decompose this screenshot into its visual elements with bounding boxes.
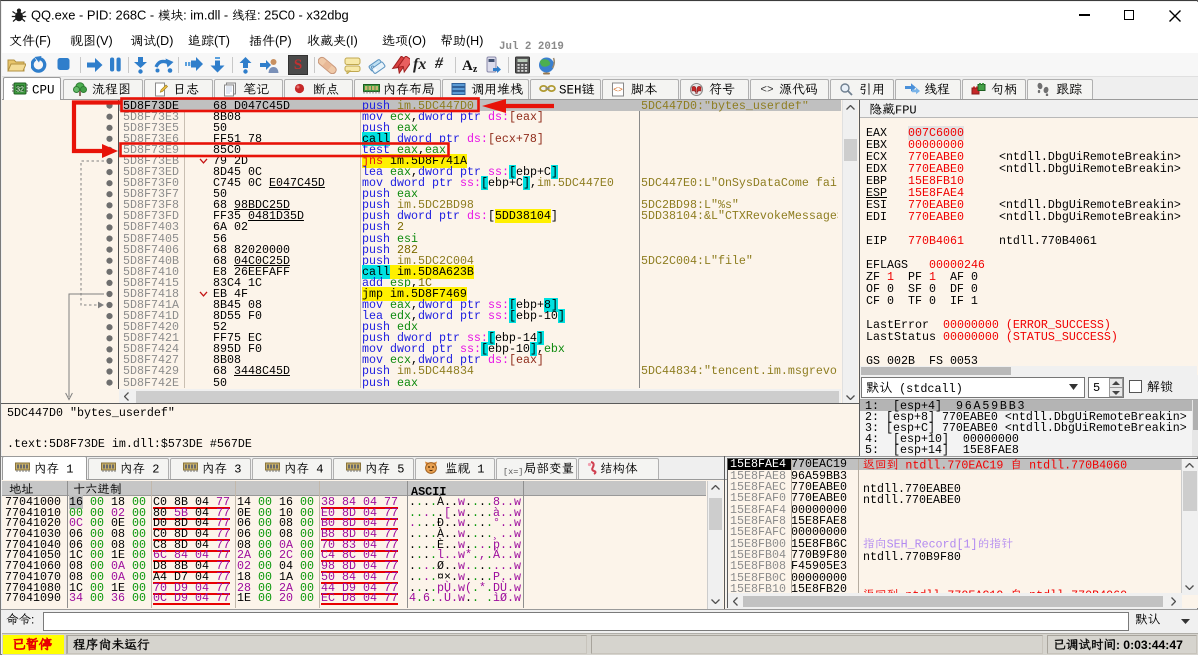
svg-text:(P): (P)	[275, 34, 292, 48]
svg-text:FPU: FPU	[895, 104, 917, 118]
svg-text:3: 3	[227, 463, 241, 477]
svg-text:0:03:44:47: 0:03:44:47	[1123, 638, 1183, 652]
svg-text::: :	[31, 613, 34, 627]
svg-text:SEH_Record[1]: SEH_Record[1]	[887, 538, 978, 550]
svg-text:4: 4	[309, 463, 323, 477]
svg-text:(H): (H)	[466, 34, 483, 48]
svg-text:(D): (D)	[156, 34, 173, 48]
svg-text:32: 32	[16, 87, 24, 94]
svg-text::: :	[1116, 638, 1123, 652]
svg-text:ntdll.770B4060: ntdll.770B4060	[1022, 459, 1127, 471]
svg-text:(T): (T)	[214, 34, 230, 48]
svg-text:: im.dll -: : im.dll -	[183, 8, 232, 23]
svg-text:CPU: CPU	[32, 84, 55, 98]
svg-text:(O): (O)	[408, 34, 426, 48]
svg-text:(I): (I)	[346, 34, 358, 48]
svg-text:ntdll.770EAC19: ntdll.770EAC19	[898, 459, 1010, 471]
svg-text:<>: <>	[760, 85, 773, 96]
svg-text:2: 2	[145, 463, 159, 477]
svg-text:1: 1	[59, 463, 73, 477]
svg-text:QQ.exe - PID: 268C -: QQ.exe - PID: 268C -	[31, 8, 158, 23]
svg-text:(stdcall): (stdcall)	[892, 382, 963, 396]
svg-text:<>: <>	[613, 86, 623, 95]
svg-text:SEH: SEH	[559, 84, 582, 98]
svg-text:: 25C0 - x32dbg: : 25C0 - x32dbg	[257, 8, 349, 23]
svg-text:(V): (V)	[96, 34, 113, 48]
svg-text:(F): (F)	[35, 34, 51, 48]
svg-text:1: 1	[470, 463, 484, 477]
svg-text:5: 5	[390, 463, 404, 477]
